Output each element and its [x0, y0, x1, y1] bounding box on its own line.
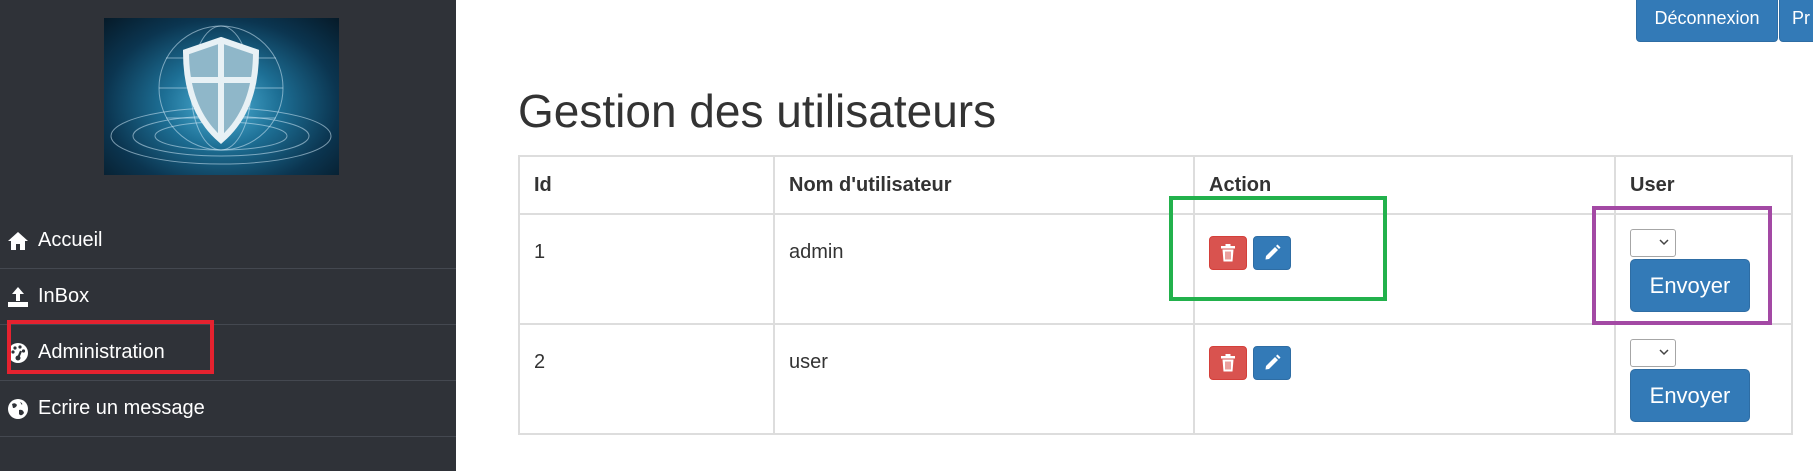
- annotation-green-box: [1169, 196, 1387, 301]
- annotation-purple-box: [1592, 206, 1772, 325]
- annotation-red-box: [7, 320, 214, 374]
- edit-button[interactable]: [1253, 346, 1291, 380]
- sidebar-item-label: Accueil: [38, 229, 103, 251]
- delete-button[interactable]: [1209, 346, 1247, 380]
- profile-button[interactable]: Pr: [1779, 0, 1813, 42]
- trash-icon: [1221, 354, 1235, 372]
- cell-action: [1193, 323, 1616, 435]
- sidebar-item-label: InBox: [38, 285, 90, 307]
- sidebar-item-label: Ecrire un message: [38, 397, 205, 419]
- cell-id: 1: [518, 213, 775, 325]
- sidebar: Accueil InBox Administration Ecrire un m…: [0, 0, 456, 471]
- home-icon: [6, 229, 30, 253]
- cell-user: Envoyer: [1614, 323, 1793, 435]
- sidebar-item-ecrire-message[interactable]: Ecrire un message: [0, 381, 456, 437]
- shield-logo: [104, 18, 339, 175]
- logout-button[interactable]: Déconnexion: [1636, 0, 1778, 42]
- column-header-id: Id: [518, 155, 775, 215]
- cell-id: 2: [518, 323, 775, 435]
- page-title: Gestion des utilisateurs: [518, 85, 997, 137]
- sidebar-item-accueil[interactable]: Accueil: [0, 213, 456, 269]
- cell-username: admin: [773, 213, 1195, 325]
- pencil-icon: [1265, 354, 1281, 370]
- column-header-username: Nom d'utilisateur: [773, 155, 1195, 215]
- send-button[interactable]: Envoyer: [1630, 369, 1750, 422]
- user-select[interactable]: [1630, 339, 1676, 367]
- globe-icon: [6, 397, 30, 421]
- cell-username: user: [773, 323, 1195, 435]
- sidebar-item-inbox[interactable]: InBox: [0, 269, 456, 325]
- upload-icon: [6, 285, 30, 309]
- table-row: 2 user Envoyer: [518, 323, 1793, 435]
- chevron-down-icon: [1659, 349, 1669, 356]
